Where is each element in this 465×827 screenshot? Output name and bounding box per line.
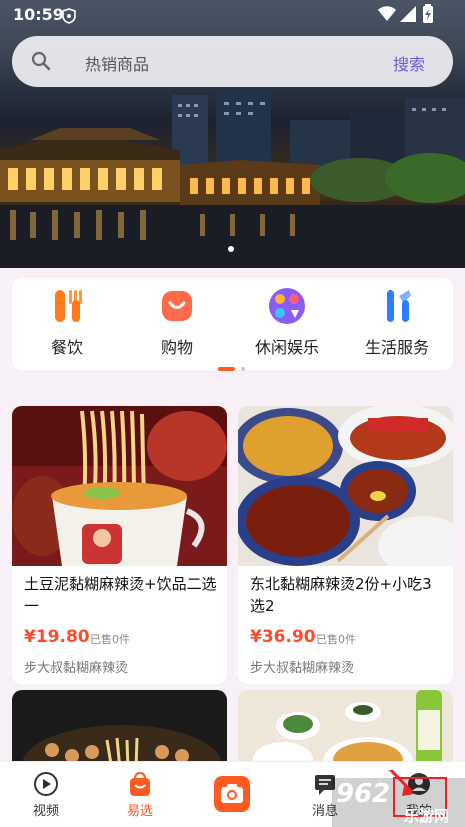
category-dining[interactable]: 餐饮 (12, 286, 122, 358)
product-card[interactable]: 东北黏糊麻辣烫2份+小吃3选2 ¥36.90 已售0件 步大叔黏糊麻辣烫 (238, 406, 453, 684)
product-shop: 步大叔黏糊麻辣烫 (24, 661, 129, 676)
product-price: ¥19.80 (24, 627, 90, 647)
cutlery-icon (47, 286, 87, 326)
status-bar: 10:59 (0, 0, 465, 32)
category-entertainment[interactable]: 休闲娱乐 (232, 286, 342, 358)
watermark-logo: 962 (336, 779, 391, 809)
category-label: 生活服务 (364, 338, 429, 357)
product-card[interactable] (238, 690, 453, 770)
product-title: 东北黏糊麻辣烫2份+小吃3选2 (250, 575, 432, 615)
product-image (12, 406, 227, 566)
category-grid: 餐饮 购物 休闲娱乐 生活服务 (12, 278, 453, 370)
banner-indicator (228, 246, 234, 252)
product-card[interactable]: 土豆泥黏糊麻辣烫+饮品二选一 ¥19.80 已售0件 步大叔黏糊麻辣烫 (12, 406, 227, 684)
search-button[interactable]: 搜索 (393, 51, 425, 75)
watermark-text: 乐游网 (404, 807, 450, 825)
product-image (238, 690, 453, 770)
product-card[interactable] (12, 690, 227, 770)
pager-dot-active (218, 367, 235, 371)
entertainment-icon (267, 286, 307, 326)
product-title: 土豆泥黏糊麻辣烫+饮品二选一 (24, 575, 217, 615)
category-label: 休闲娱乐 (254, 338, 319, 357)
search-icon (31, 51, 51, 75)
product-shop: 步大叔黏糊麻辣烫 (250, 661, 355, 676)
product-sold: 已售0件 (90, 633, 130, 646)
product-price: ¥36.90 (250, 627, 316, 647)
battery-icon (422, 4, 434, 28)
signal-icon (400, 6, 416, 26)
category-label: 餐饮 (50, 338, 83, 357)
product-image (238, 406, 453, 566)
nav-item-video[interactable]: 视频 (11, 770, 81, 819)
nav-label: 易选 (126, 804, 153, 819)
shopping-bag-icon (126, 770, 154, 798)
product-sold: 已售0件 (316, 633, 356, 646)
category-life-service[interactable]: 生活服务 (342, 286, 452, 358)
pager-dot (241, 367, 245, 371)
play-circle-icon (32, 770, 60, 798)
status-time: 10:59 (13, 5, 64, 24)
shopping-bag-icon (157, 286, 197, 326)
category-shopping[interactable]: 购物 (122, 286, 232, 358)
camera-button[interactable] (214, 776, 250, 812)
tools-icon (377, 286, 417, 326)
search-bar[interactable]: 热销商品 搜索 (12, 36, 453, 87)
nav-label: 视频 (32, 804, 59, 819)
wifi-icon (378, 6, 396, 26)
shield-icon (62, 8, 76, 28)
category-label: 购物 (160, 338, 193, 357)
camera-icon (221, 784, 243, 803)
product-image (12, 690, 227, 770)
nav-item-yixuan[interactable]: 易选 (105, 770, 175, 819)
search-input[interactable]: 热销商品 (85, 51, 149, 75)
